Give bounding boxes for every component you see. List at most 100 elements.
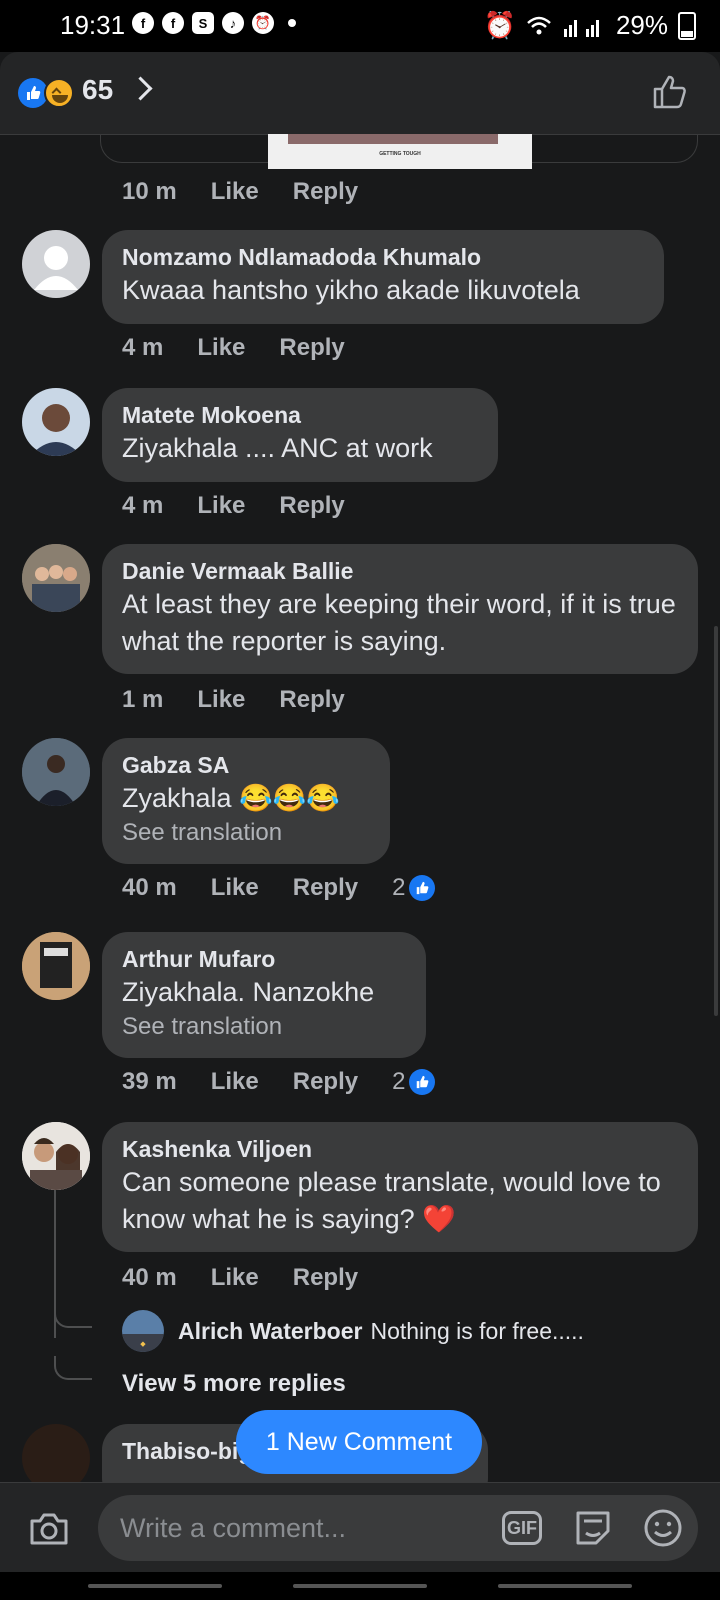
view-more-replies-link[interactable]: View 5 more replies <box>122 1370 346 1398</box>
comment-time: 40 m <box>122 874 177 901</box>
status-right: ⏰ 29% <box>484 10 696 41</box>
comment-actions: 1 m Like Reply <box>122 686 379 714</box>
comment-composer: GIF <box>0 1482 720 1573</box>
avatar[interactable] <box>22 388 90 456</box>
comment-bubble[interactable]: Kashenka Viljoen Can someone please tran… <box>102 1122 698 1252</box>
image-strip <box>288 134 498 144</box>
like-reaction-icon[interactable] <box>409 875 436 901</box>
new-comment-button[interactable]: 1 New Comment <box>236 1410 482 1474</box>
comment-author[interactable]: Kashenka Viljoen <box>122 1134 678 1164</box>
facebook-icon: f <box>132 12 154 34</box>
chevron-right-icon[interactable] <box>128 76 153 101</box>
like-button[interactable]: Like <box>197 686 245 714</box>
like-button[interactable]: Like <box>211 1068 259 1096</box>
reply-preview[interactable]: ◆ Alrich Waterboer Nothing is for free..… <box>122 1310 584 1352</box>
reply-button[interactable]: Reply <box>279 686 344 714</box>
nav-recents[interactable] <box>88 1584 222 1588</box>
reaction-count[interactable]: 2 <box>392 1068 405 1096</box>
comment-time: 1 m <box>122 686 164 713</box>
comment-actions: 4 m Like Reply <box>122 492 379 520</box>
status-time: 19:31 <box>60 10 126 40</box>
like-outline-icon[interactable] <box>652 74 690 110</box>
comment-author[interactable]: Danie Vermaak Ballie <box>122 556 678 586</box>
comment-time: 4 m <box>122 492 164 519</box>
avatar[interactable] <box>22 932 90 1000</box>
reply-text: Nothing is for free..... <box>370 1317 584 1344</box>
avatar[interactable] <box>22 544 90 612</box>
alarm-icon: ⏰ <box>483 10 516 40</box>
signal-icon <box>563 19 599 37</box>
tiktok-icon: ♪ <box>222 12 244 34</box>
s-icon: S <box>192 12 214 34</box>
avatar-default[interactable] <box>22 230 90 298</box>
thread-connector <box>54 1356 92 1380</box>
avatar[interactable] <box>22 1122 90 1190</box>
gif-button[interactable]: GIF <box>502 1511 542 1545</box>
battery-icon <box>678 11 696 40</box>
scrollbar[interactable] <box>714 626 718 1016</box>
comment-text: At least they are keeping their word, if… <box>122 589 676 656</box>
battery-percent: 29% <box>615 10 668 40</box>
like-button[interactable]: Like <box>211 874 259 902</box>
nav-home[interactable] <box>293 1584 427 1588</box>
avatar[interactable] <box>22 738 90 806</box>
comment-time: 4 m <box>122 334 164 361</box>
facebook-icon: f <box>162 12 184 34</box>
reply-button[interactable]: Reply <box>293 178 358 206</box>
comment-actions: 4 m Like Reply <box>122 334 379 362</box>
alarm-icon: ⏰ <box>252 12 274 34</box>
comment-text: Zyakhala 😂😂😂 <box>122 783 340 813</box>
notification-icons: f f S ♪ ⏰ <box>132 12 296 34</box>
reaction-count[interactable]: 65 <box>82 74 113 106</box>
comment-author[interactable]: Arthur Mufaro <box>122 944 406 974</box>
reply-button[interactable]: Reply <box>279 334 344 362</box>
comment-text: Kwaaa hantsho yikho akade likuvotela <box>122 275 580 305</box>
reaction-count[interactable]: 2 <box>392 874 405 902</box>
avatar[interactable] <box>22 1424 90 1482</box>
comment-actions: 10 m Like Reply <box>122 178 392 206</box>
reply-button[interactable]: Reply <box>293 1264 358 1292</box>
comment-feed[interactable]: GETTING TOUGH 10 m Like Reply Nomzamo Nd… <box>0 134 720 1482</box>
comment-text: Ziyakhala .... ANC at work <box>122 433 433 463</box>
comment-text: Ziyakhala. Nanzokhe <box>122 977 375 1007</box>
comment-bubble[interactable]: Gabza SA Zyakhala 😂😂😂 See translation <box>102 738 390 864</box>
comment-time: 10 m <box>122 178 177 205</box>
comment-author[interactable]: Matete Mokoena <box>122 400 478 430</box>
shared-image-thumbnail[interactable]: GETTING TOUGH <box>268 134 532 169</box>
comment-bubble[interactable]: Arthur Mufaro Ziyakhala. Nanzokhe See tr… <box>102 932 426 1058</box>
sticker-icon[interactable] <box>572 1507 614 1549</box>
comment-author[interactable]: Gabza SA <box>122 750 370 780</box>
reactions-header: 65 <box>0 52 720 135</box>
like-button[interactable]: Like <box>211 1264 259 1292</box>
comment-time: 40 m <box>122 1264 177 1291</box>
comment-actions: 40 m Like Reply 2 <box>122 874 436 902</box>
like-button[interactable]: Like <box>211 178 259 206</box>
emoji-icon[interactable] <box>642 1507 684 1549</box>
see-translation-link[interactable]: See translation <box>122 817 370 849</box>
like-button[interactable]: Like <box>197 334 245 362</box>
camera-icon[interactable] <box>28 1511 70 1547</box>
comment-text: Can someone please translate, would love… <box>122 1167 661 1234</box>
svg-text:◆: ◆ <box>140 1341 146 1348</box>
reply-button[interactable]: Reply <box>293 1068 358 1096</box>
reaction-icons[interactable] <box>18 78 78 110</box>
like-button[interactable]: Like <box>197 492 245 520</box>
like-reaction-icon[interactable] <box>409 1069 436 1095</box>
comment-bubble[interactable]: Danie Vermaak Ballie At least they are k… <box>102 544 698 674</box>
comment-actions: 40 m Like Reply <box>122 1264 392 1292</box>
status-bar: 19:31 f f S ♪ ⏰ ⏰ 29% <box>0 0 720 52</box>
avatar[interactable]: ◆ <box>122 1310 164 1352</box>
reply-author[interactable]: Alrich Waterboer <box>178 1318 362 1345</box>
thread-connector <box>54 1304 92 1328</box>
image-caption: GETTING TOUGH <box>379 151 421 157</box>
comment-author[interactable]: Nomzamo Ndlamadoda Khumalo <box>122 242 644 272</box>
reply-button[interactable]: Reply <box>279 492 344 520</box>
wifi-icon <box>527 16 551 34</box>
comment-time: 39 m <box>122 1068 177 1095</box>
more-notifications-icon <box>288 19 296 27</box>
comment-bubble[interactable]: Matete Mokoena Ziyakhala .... ANC at wor… <box>102 388 498 482</box>
reply-button[interactable]: Reply <box>293 874 358 902</box>
comment-bubble[interactable]: Nomzamo Ndlamadoda Khumalo Kwaaa hantsho… <box>102 230 664 324</box>
nav-back[interactable] <box>498 1584 632 1588</box>
see-translation-link[interactable]: See translation <box>122 1011 406 1043</box>
